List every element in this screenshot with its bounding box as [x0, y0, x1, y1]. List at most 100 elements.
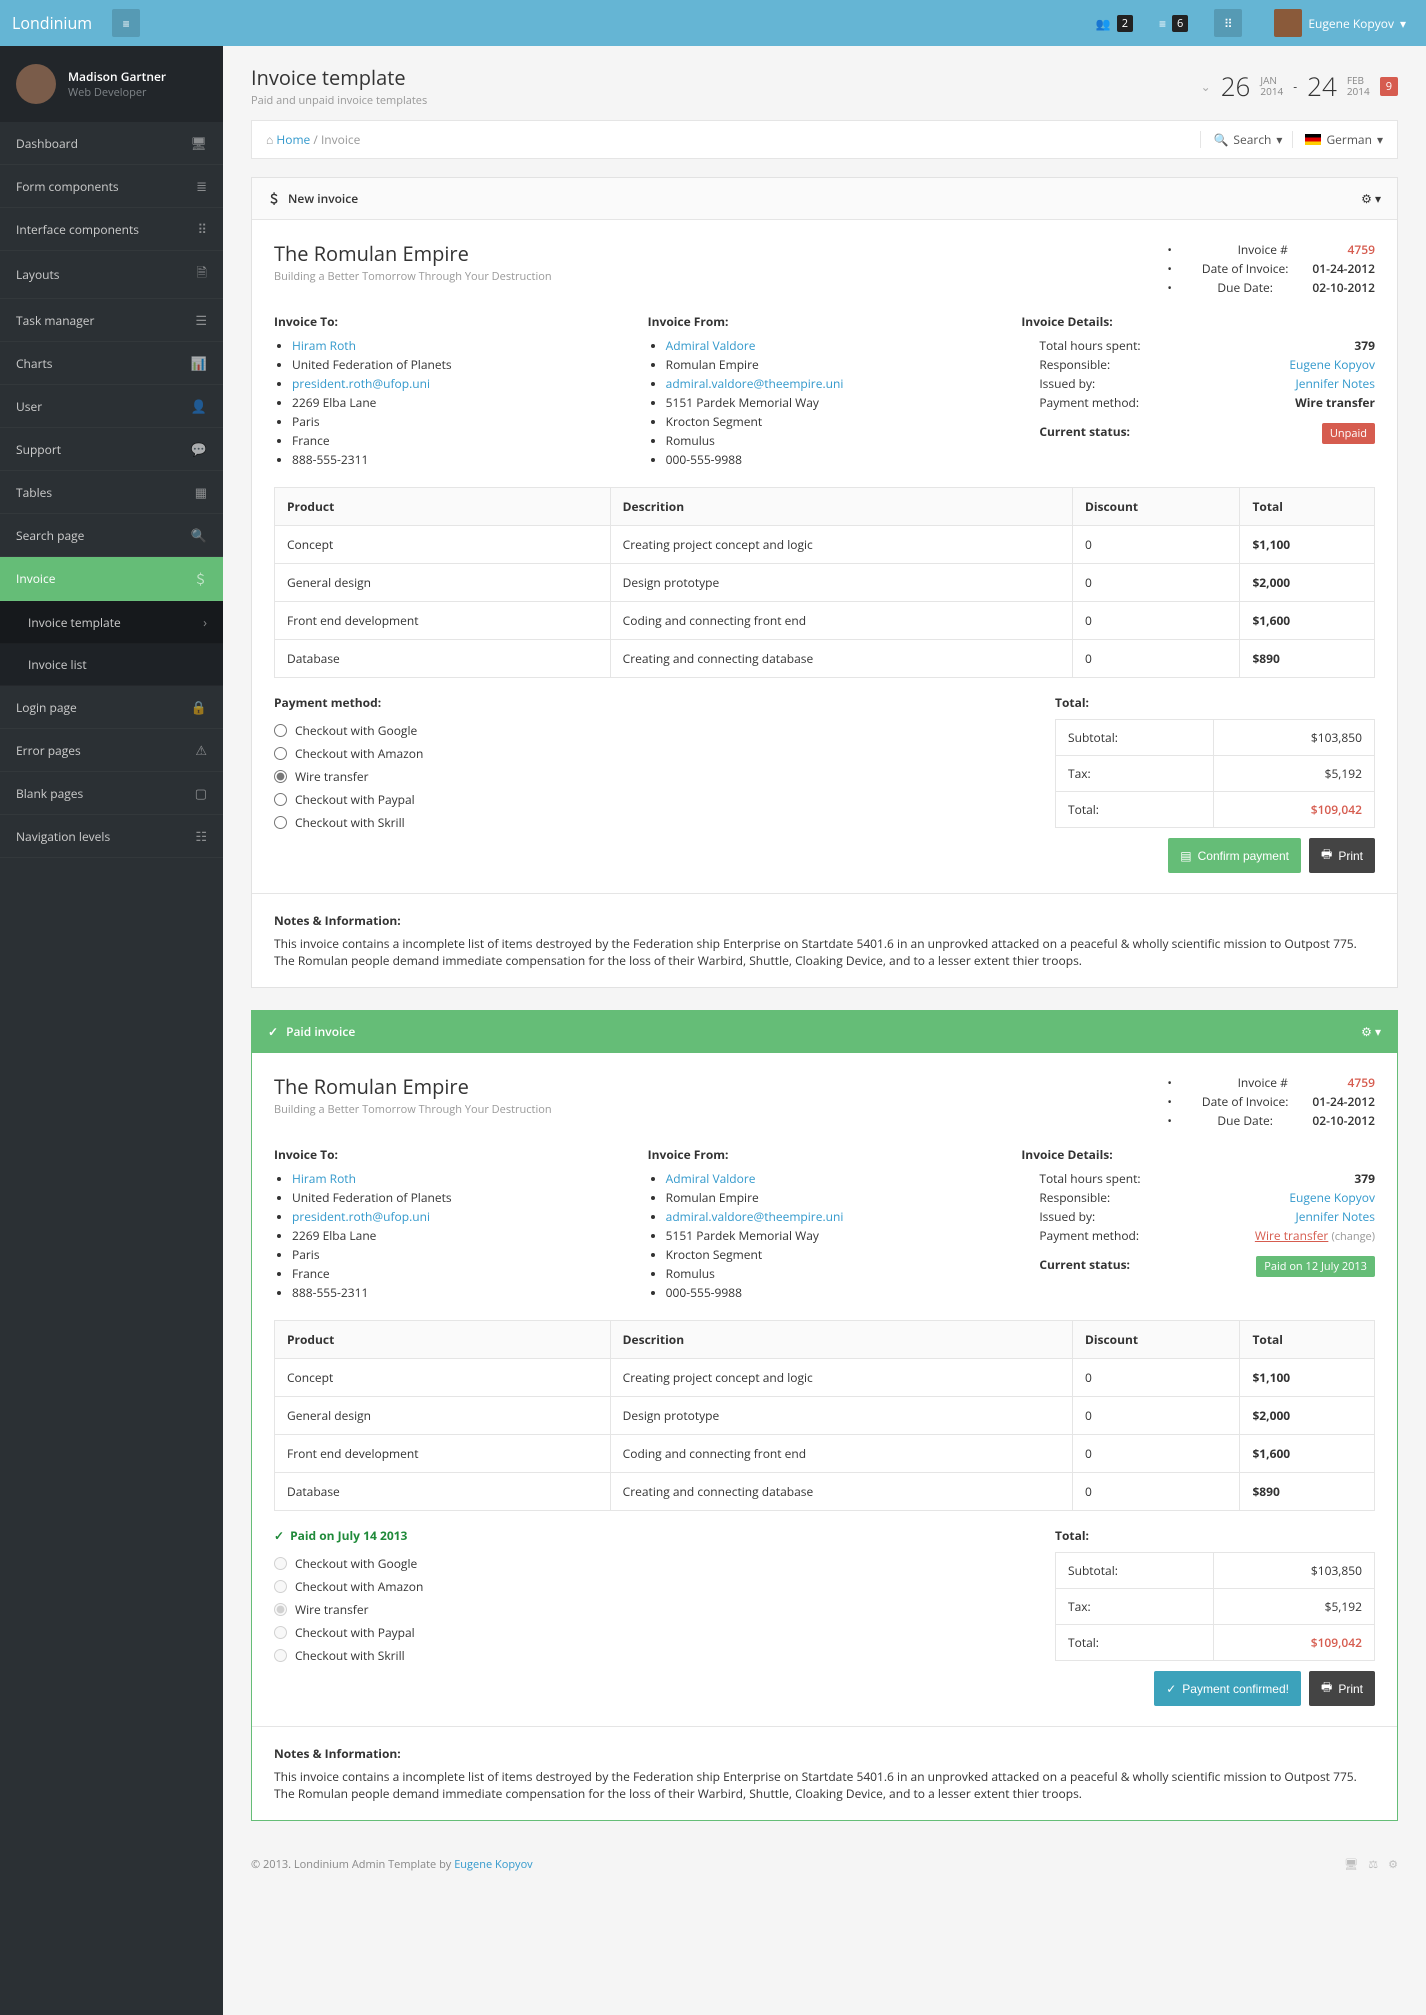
table-icon: ▦ [195, 483, 207, 501]
payment-option: Checkout with Paypal [274, 1621, 423, 1644]
nav-invoice[interactable]: Invoice＄ [0, 557, 223, 601]
nav-dashboard[interactable]: Dashboard🖥 [0, 122, 223, 165]
nav-support[interactable]: Support💬 [0, 428, 223, 471]
payment-option: Wire transfer [274, 1598, 423, 1621]
top-people[interactable]: 👥2 [1088, 9, 1141, 38]
gear-icon[interactable]: ⚙ [1388, 1857, 1398, 1872]
panel-new-invoice: ＄New invoice ⚙ ▾ The Romulan Empire Buil… [251, 177, 1398, 988]
warning-icon: ⚠ [195, 741, 207, 759]
page-title: Invoice template [251, 64, 427, 91]
menu-toggle-icon[interactable]: ≡ [112, 9, 140, 37]
payment-confirmed-button[interactable]: ✓ Payment confirmed! [1154, 1671, 1301, 1706]
nav-interface[interactable]: Interface components⠿ [0, 208, 223, 251]
payment-option[interactable]: Checkout with Skrill [274, 811, 423, 834]
check-icon: ✓ [268, 1023, 278, 1040]
sidebar: Madison Gartner Web Developer Dashboard🖥… [0, 46, 223, 2015]
date-range[interactable]: ⌄ 26 JAN2014 - 24 FEB2014 9 [1201, 68, 1398, 104]
confirm-payment-button[interactable]: ▤ Confirm payment [1168, 838, 1301, 873]
coin-icon: ＄ [194, 569, 207, 588]
nav-layouts[interactable]: Layouts🗎 [0, 251, 223, 299]
table-row: General designDesign prototype0$2,000 [275, 1397, 1375, 1435]
nav-navlev[interactable]: Navigation levels☷ [0, 815, 223, 858]
list-icon: ≡ [1159, 15, 1166, 32]
nav-charts[interactable]: Charts📊 [0, 342, 223, 385]
content: Invoice template Paid and unpaid invoice… [223, 46, 1426, 2015]
page-icon: ▢ [195, 784, 207, 802]
company-name: The Romulan Empire [274, 1073, 552, 1100]
nav-login[interactable]: Login page🔒 [0, 686, 223, 729]
payment-option[interactable]: Checkout with Paypal [274, 788, 423, 811]
top-list[interactable]: ≡6 [1151, 9, 1196, 38]
nav-error[interactable]: Error pages⚠ [0, 729, 223, 772]
payment-option[interactable]: Checkout with Google [274, 719, 423, 742]
invoice-to: Invoice To: Hiram Roth United Federation… [274, 313, 628, 469]
table-row: Front end developmentCoding and connecti… [275, 602, 1375, 640]
search-icon: 🔍 [1213, 131, 1228, 148]
sidebar-user-role: Web Developer [68, 85, 166, 100]
table-row: Front end developmentCoding and connecti… [275, 1435, 1375, 1473]
chevron-down-icon: ▾ [1400, 15, 1406, 32]
chat-icon: 💬 [191, 440, 207, 458]
top-grid[interactable]: ⠿ [1206, 3, 1256, 43]
top-user-name: Eugene Kopyov [1308, 15, 1394, 32]
topbar: Londinium ≡ 👥2 ≡6 ⠿ Eugene Kopyov ▾ [0, 0, 1426, 46]
copy-icon: 🗎 [197, 263, 207, 286]
nav-invoice-list[interactable]: Invoice list [0, 644, 223, 686]
avatar [1274, 9, 1302, 37]
crumb-lang[interactable]: German ▾ [1292, 131, 1383, 148]
company-slogan: Building a Better Tomorrow Through Your … [274, 269, 552, 284]
nav-task[interactable]: Task manager☰ [0, 299, 223, 342]
brand[interactable]: Londinium [12, 12, 112, 34]
nav-invoice-template[interactable]: Invoice template› [0, 601, 223, 644]
panel-title: Paid invoice [286, 1023, 355, 1040]
payment-option[interactable]: Wire transfer [274, 765, 423, 788]
gear-icon[interactable]: ⚙ ▾ [1361, 190, 1381, 207]
chart-icon: 📊 [191, 354, 207, 372]
gear-icon[interactable]: ⚙ ▾ [1361, 1023, 1381, 1040]
payment-option: Checkout with Google [274, 1552, 423, 1575]
payment-option: Checkout with Amazon [274, 1575, 423, 1598]
notes: Notes & Information: This invoice contai… [252, 893, 1397, 987]
crumb-search[interactable]: 🔍Search ▾ [1200, 131, 1282, 148]
footer: © 2013. Londinium Admin Template by Euge… [223, 1843, 1426, 1896]
grid-icon: ⠿ [197, 220, 207, 238]
status-unpaid: Unpaid [1322, 423, 1375, 444]
coin-icon: ＄ [268, 190, 280, 207]
nav-user[interactable]: User👤 [0, 385, 223, 428]
screen-icon: 🖥 [190, 134, 207, 152]
table-row: DatabaseCreating and connecting database… [275, 1473, 1375, 1511]
sidebar-user[interactable]: Madison Gartner Web Developer [0, 46, 223, 122]
sidebar-avatar [16, 64, 56, 104]
print-button[interactable]: 🖶 Print [1309, 1671, 1375, 1706]
people-icon: 👥 [1096, 15, 1111, 32]
stack-icon: ☷ [195, 827, 207, 845]
sidebar-user-name: Madison Gartner [68, 68, 166, 85]
payment-method: Payment method: Checkout with Google Che… [274, 694, 423, 873]
nav-forms[interactable]: Form components≣ [0, 165, 223, 208]
scale-icon[interactable]: ⚖ [1368, 1857, 1378, 1872]
invoice-from: Invoice From: Admiral Valdore Romulan Em… [648, 313, 1002, 469]
invoice-meta: Invoice #4759 Date of Invoice:01-24-2012… [1163, 240, 1375, 297]
table-row: ConceptCreating project concept and logi… [275, 1359, 1375, 1397]
user-icon: 👤 [191, 397, 207, 415]
screen-icon[interactable]: 🖥 [1344, 1857, 1358, 1872]
invoice-details: Invoice Details: Total hours spent:379 R… [1021, 313, 1375, 469]
table-row: DatabaseCreating and connecting database… [275, 640, 1375, 678]
payment-option[interactable]: Checkout with Amazon [274, 742, 423, 765]
lock-icon: 🔒 [191, 698, 207, 716]
chevron-right-icon: › [203, 613, 207, 631]
nav-tables[interactable]: Tables▦ [0, 471, 223, 514]
nav-blank[interactable]: Blank pages▢ [0, 772, 223, 815]
totals: Total: Subtotal:$103,850 Tax:$5,192 Tota… [1055, 694, 1375, 873]
nav-search[interactable]: Search page🔍 [0, 514, 223, 557]
panel-paid-invoice: ✓Paid invoice ⚙ ▾ The Romulan Empire Bui… [251, 1010, 1398, 1821]
paid-mark: ✓ Paid on July 14 2013 [274, 1527, 407, 1544]
top-user[interactable]: Eugene Kopyov ▾ [1266, 3, 1414, 43]
grid-icon: ⠿ [1214, 9, 1242, 37]
items-table: ProductDescritionDiscountTotal ConceptCr… [274, 487, 1375, 678]
date-badge: 9 [1380, 77, 1398, 96]
status-paid: Paid on 12 July 2013 [1256, 1256, 1375, 1277]
crumb-home[interactable]: Home [276, 131, 310, 148]
print-button[interactable]: 🖶 Print [1309, 838, 1375, 873]
payment-option: Checkout with Skrill [274, 1644, 423, 1667]
